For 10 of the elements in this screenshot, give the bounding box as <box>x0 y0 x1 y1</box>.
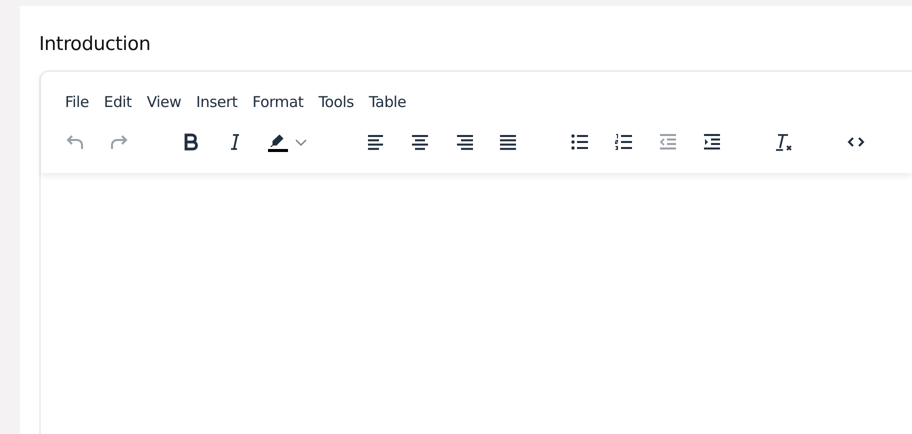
menu-item[interactable]: Format <box>245 89 310 115</box>
menu-item[interactable]: View <box>140 89 188 115</box>
menu-item[interactable]: Table <box>362 89 414 115</box>
menu-item[interactable]: Insert <box>189 89 244 115</box>
menu-item[interactable]: Edit <box>96 89 139 115</box>
menu-item[interactable]: File <box>58 89 96 115</box>
field-label: Introduction <box>39 34 152 57</box>
caret-icon <box>295 138 307 146</box>
editor[interactable]: File Edit View Insert Format Tools Table <box>39 70 912 434</box>
menu-item[interactable]: Tools <box>311 89 361 115</box>
